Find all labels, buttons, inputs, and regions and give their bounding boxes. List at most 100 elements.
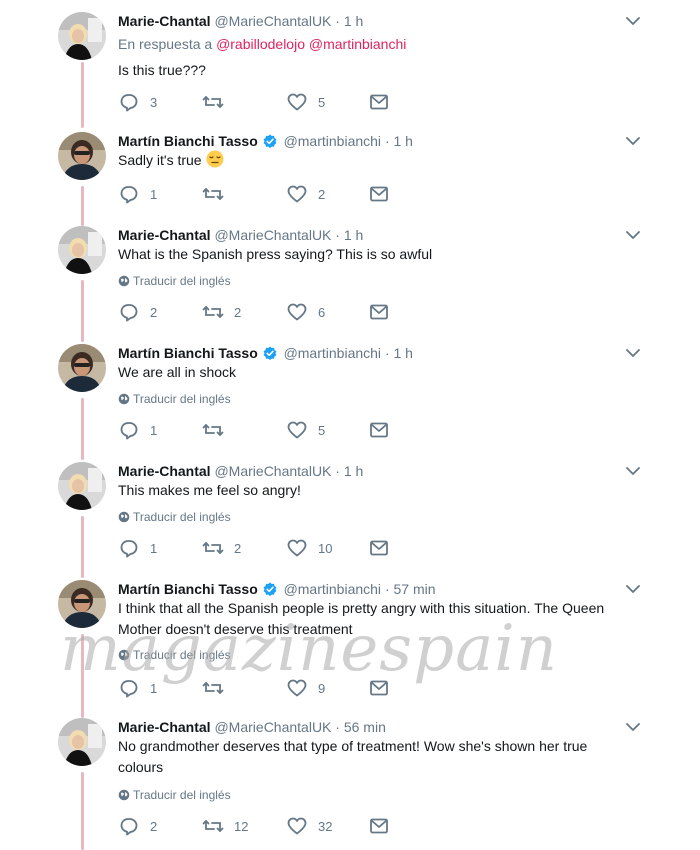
reply-icon xyxy=(120,680,138,698)
direct-message-button[interactable] xyxy=(368,816,390,836)
reply-count: 1 xyxy=(150,422,158,438)
separator-dot: · xyxy=(335,13,340,29)
retweet-icon xyxy=(202,306,224,318)
author-handle[interactable]: @MarieChantalUK xyxy=(214,227,331,243)
direct-message-button[interactable] xyxy=(368,678,390,698)
chevron-down-icon[interactable] xyxy=(625,347,641,359)
author-handle[interactable]: @martinbianchi xyxy=(284,581,381,597)
avatar[interactable] xyxy=(58,132,106,180)
globe-icon xyxy=(118,649,130,661)
translate-link[interactable]: Traducir del inglés xyxy=(118,510,231,524)
tweet-header: Marie-Chantal @MarieChantalUK · 1 h xyxy=(118,12,363,30)
chevron-down-icon[interactable] xyxy=(625,465,641,477)
author-name[interactable]: Marie-Chantal xyxy=(118,463,211,479)
like-count: 2 xyxy=(318,186,326,202)
chevron-down-icon[interactable] xyxy=(625,583,641,595)
author-name[interactable]: Marie-Chantal xyxy=(118,13,211,29)
author-name[interactable]: Martín Bianchi Tasso xyxy=(118,133,258,149)
tweet[interactable]: Martín Bianchi Tasso @martinbianchi · 57… xyxy=(0,580,700,708)
retweet-button[interactable]: 12 xyxy=(202,816,248,836)
author-name[interactable]: Martín Bianchi Tasso xyxy=(118,345,258,361)
mention-link[interactable]: @rabillodelojo xyxy=(216,36,305,52)
avatar[interactable] xyxy=(58,462,106,510)
retweet-button[interactable]: 2 xyxy=(202,302,241,322)
translate-link[interactable]: Traducir del inglés xyxy=(118,648,231,662)
chevron-down-icon[interactable] xyxy=(625,135,641,147)
like-button[interactable]: 6 xyxy=(286,302,325,322)
globe-icon xyxy=(118,393,130,405)
avatar[interactable] xyxy=(58,580,106,628)
reply-button[interactable]: 1 xyxy=(118,184,157,204)
direct-message-button[interactable] xyxy=(368,538,390,558)
avatar[interactable] xyxy=(58,12,106,60)
retweet-button[interactable] xyxy=(202,678,234,698)
envelope-icon xyxy=(370,540,388,556)
globe-icon xyxy=(118,275,130,287)
like-button[interactable]: 9 xyxy=(286,678,325,698)
tweet[interactable]: Martín Bianchi Tasso @martinbianchi · 1 … xyxy=(0,344,700,450)
tweet[interactable]: Martín Bianchi Tasso @martinbianchi · 1 … xyxy=(0,132,700,216)
tweet[interactable]: Marie-Chantal @MarieChantalUK · 56 min N… xyxy=(0,718,700,842)
avatar[interactable] xyxy=(58,718,106,766)
mention-link[interactable]: @martinbianchi xyxy=(309,36,406,52)
reply-icon xyxy=(120,422,138,440)
separator-dot: · xyxy=(384,345,390,361)
author-handle[interactable]: @MarieChantalUK xyxy=(214,719,331,735)
direct-message-button[interactable] xyxy=(368,92,390,112)
timestamp[interactable]: 56 min xyxy=(344,719,386,735)
avatar[interactable] xyxy=(58,226,106,274)
like-button[interactable]: 10 xyxy=(286,538,332,558)
timestamp[interactable]: 1 h xyxy=(344,13,363,29)
author-name[interactable]: Marie-Chantal xyxy=(118,719,211,735)
translate-link[interactable]: Traducir del inglés xyxy=(118,392,231,406)
like-button[interactable]: 2 xyxy=(286,184,325,204)
timestamp[interactable]: 1 h xyxy=(394,133,413,149)
author-name[interactable]: Marie-Chantal xyxy=(118,227,211,243)
direct-message-button[interactable] xyxy=(368,184,390,204)
retweet-button[interactable] xyxy=(202,184,234,204)
retweet-button[interactable] xyxy=(202,420,234,440)
reply-button[interactable]: 1 xyxy=(118,420,157,440)
retweet-icon xyxy=(202,820,224,832)
timestamp[interactable]: 1 h xyxy=(394,345,413,361)
author-name[interactable]: Martín Bianchi Tasso xyxy=(118,581,258,597)
author-handle[interactable]: @martinbianchi xyxy=(284,345,381,361)
translate-label: Traducir del inglés xyxy=(133,648,231,662)
like-count: 9 xyxy=(318,680,326,696)
timestamp[interactable]: 1 h xyxy=(344,227,363,243)
tweet[interactable]: Marie-Chantal @MarieChantalUK · 1 h This… xyxy=(0,462,700,568)
reply-count: 1 xyxy=(150,186,158,202)
reply-button[interactable]: 2 xyxy=(118,816,157,836)
retweet-button[interactable] xyxy=(202,92,234,112)
chevron-down-icon[interactable] xyxy=(625,229,641,241)
like-button[interactable]: 5 xyxy=(286,420,325,440)
translate-link[interactable]: Traducir del inglés xyxy=(118,788,231,802)
chevron-down-icon[interactable] xyxy=(625,721,641,733)
retweet-button[interactable]: 2 xyxy=(202,538,241,558)
chevron-down-icon[interactable] xyxy=(625,15,641,27)
retweet-icon xyxy=(202,424,224,436)
retweet-icon xyxy=(202,188,224,200)
like-count: 5 xyxy=(318,422,326,438)
tweet[interactable]: Marie-Chantal @MarieChantalUK · 1 h What… xyxy=(0,226,700,332)
author-handle[interactable]: @martinbianchi xyxy=(284,133,381,149)
direct-message-button[interactable] xyxy=(368,420,390,440)
author-handle[interactable]: @MarieChantalUK xyxy=(214,463,331,479)
author-handle[interactable]: @MarieChantalUK xyxy=(214,13,331,29)
tweet[interactable]: Marie-Chantal @MarieChantalUK · 1 h En r… xyxy=(0,12,700,122)
reply-button[interactable]: 3 xyxy=(118,92,157,112)
reply-button[interactable]: 1 xyxy=(118,538,157,558)
direct-message-button[interactable] xyxy=(368,302,390,322)
translate-link[interactable]: Traducir del inglés xyxy=(118,274,231,288)
timestamp[interactable]: 1 h xyxy=(344,463,363,479)
envelope-icon xyxy=(370,94,388,110)
reply-button[interactable]: 1 xyxy=(118,678,157,698)
like-button[interactable]: 32 xyxy=(286,816,332,836)
timestamp[interactable]: 57 min xyxy=(394,581,436,597)
envelope-icon xyxy=(370,186,388,202)
avatar[interactable] xyxy=(58,344,106,392)
heart-icon xyxy=(287,185,307,203)
tweet-text: We are all in shock xyxy=(118,364,237,380)
like-button[interactable]: 5 xyxy=(286,92,325,112)
reply-button[interactable]: 2 xyxy=(118,302,157,322)
